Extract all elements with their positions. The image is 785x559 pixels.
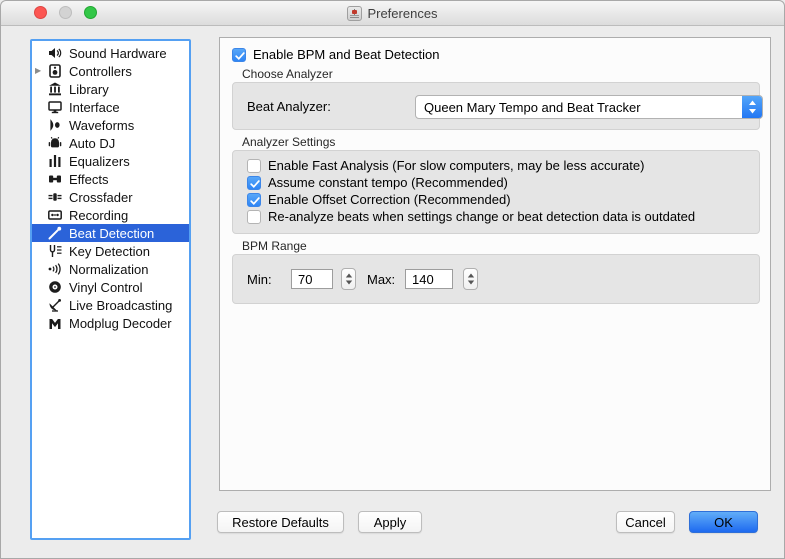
beat-analyzer-selected-option: Queen Mary Tempo and Beat Tracker [416,100,742,115]
sidebar-item-label: Beat Detection [69,226,154,241]
fast-analysis-label: Enable Fast Analysis (For slow computers… [268,158,644,173]
bpm-max-input[interactable] [405,269,453,289]
sidebar-item-interface[interactable]: Interface [32,98,189,116]
controller-icon [48,64,62,78]
bpm-max-stepper[interactable] [463,268,478,290]
sidebar-item-label: Waveforms [69,118,134,133]
reanalyze-beats-checkbox[interactable]: Re-analyze beats when settings change or… [247,209,695,224]
choose-analyzer-group: Beat Analyzer: Queen Mary Tempo and Beat… [232,82,760,130]
bpm-range-group: Min: Max: [232,254,760,304]
checkbox-icon[interactable] [247,193,261,207]
crossfader-icon [48,190,62,204]
recording-icon [48,208,62,222]
sidebar-item-label: Library [69,82,109,97]
sidebar-item-label: Equalizers [69,154,130,169]
sidebar-item-library[interactable]: Library [32,80,189,98]
offset-correction-checkbox[interactable]: Enable Offset Correction (Recommended) [247,192,511,207]
sidebar-item-label: Modplug Decoder [69,316,172,331]
analyzer-settings-group: Enable Fast Analysis (For slow computers… [232,150,760,234]
sidebar-item-label: Effects [69,172,109,187]
window-title: Preferences [367,6,437,21]
sidebar-item-normalization[interactable]: Normalization [32,260,189,278]
sidebar-item-label: Sound Hardware [69,46,167,61]
beat-detection-icon [48,226,62,240]
sidebar-item-recording[interactable]: Recording [32,206,189,224]
bpm-range-group-label: BPM Range [242,239,307,253]
preferences-sidebar: Sound Hardware ▶ Controllers Library Int… [30,39,191,540]
equalizers-icon [48,154,62,168]
normalization-icon [48,262,62,276]
sidebar-item-beat-detection[interactable]: Beat Detection [32,224,189,242]
bpm-min-input[interactable] [291,269,333,289]
checkbox-icon[interactable] [247,210,261,224]
sidebar-item-effects[interactable]: Effects [32,170,189,188]
sidebar-item-vinyl-control[interactable]: Vinyl Control [32,278,189,296]
select-stepper-icon [742,96,762,118]
sidebar-item-label: Recording [69,208,128,223]
ok-button[interactable]: OK [689,511,758,533]
vinyl-control-icon [48,280,62,294]
enable-bpm-label: Enable BPM and Beat Detection [253,47,439,62]
beat-analyzer-label: Beat Analyzer: [247,99,331,114]
key-detection-icon [48,244,62,258]
sidebar-item-sound-hardware[interactable]: Sound Hardware [32,44,189,62]
sidebar-item-key-detection[interactable]: Key Detection [32,242,189,260]
sidebar-item-auto-dj[interactable]: Auto DJ [32,134,189,152]
sidebar-item-label: Controllers [69,64,132,79]
apply-button[interactable]: Apply [358,511,422,533]
sidebar-item-crossfader[interactable]: Crossfader [32,188,189,206]
bpm-max-label: Max: [367,272,395,287]
bpm-min-stepper[interactable] [341,268,356,290]
waveforms-icon [48,118,62,132]
restore-defaults-button[interactable]: Restore Defaults [217,511,344,533]
sidebar-item-label: Auto DJ [69,136,115,151]
live-broadcasting-icon [48,298,62,312]
interface-icon [48,100,62,114]
sidebar-item-label: Normalization [69,262,148,277]
sidebar-item-label: Crossfader [69,190,133,205]
sidebar-item-label: Key Detection [69,244,150,259]
preferences-app-icon [347,6,362,21]
analyzer-settings-group-label: Analyzer Settings [242,135,335,149]
cancel-button[interactable]: Cancel [616,511,675,533]
bpm-min-label: Min: [247,272,272,287]
constant-tempo-label: Assume constant tempo (Recommended) [268,175,508,190]
preferences-window: Preferences Sound Hardware ▶ Controllers… [0,0,785,559]
checkbox-icon[interactable] [247,159,261,173]
sidebar-item-label: Interface [69,100,120,115]
offset-correction-label: Enable Offset Correction (Recommended) [268,192,511,207]
sidebar-item-controllers[interactable]: ▶ Controllers [32,62,189,80]
sidebar-item-label: Live Broadcasting [69,298,172,313]
beat-analyzer-select[interactable]: Queen Mary Tempo and Beat Tracker [415,95,763,119]
title-bar: Preferences [1,1,784,26]
fast-analysis-checkbox[interactable]: Enable Fast Analysis (For slow computers… [247,158,644,173]
modplug-decoder-icon [48,316,62,330]
choose-analyzer-group-label: Choose Analyzer [242,67,333,81]
sidebar-item-modplug-decoder[interactable]: Modplug Decoder [32,314,189,332]
sidebar-item-equalizers[interactable]: Equalizers [32,152,189,170]
speaker-icon [48,46,62,60]
library-icon [48,82,62,96]
checkbox-icon[interactable] [247,176,261,190]
effects-icon [48,172,62,186]
constant-tempo-checkbox[interactable]: Assume constant tempo (Recommended) [247,175,508,190]
checkbox-icon[interactable] [232,48,246,62]
sidebar-item-live-broadcasting[interactable]: Live Broadcasting [32,296,189,314]
disclosure-triangle-icon[interactable]: ▶ [35,66,41,76]
sidebar-item-label: Vinyl Control [69,280,142,295]
enable-bpm-checkbox[interactable]: Enable BPM and Beat Detection [232,47,439,62]
sidebar-item-waveforms[interactable]: Waveforms [32,116,189,134]
beat-detection-pane: Enable BPM and Beat Detection Choose Ana… [219,37,771,491]
auto-dj-icon [48,136,62,150]
reanalyze-beats-label: Re-analyze beats when settings change or… [268,209,695,224]
